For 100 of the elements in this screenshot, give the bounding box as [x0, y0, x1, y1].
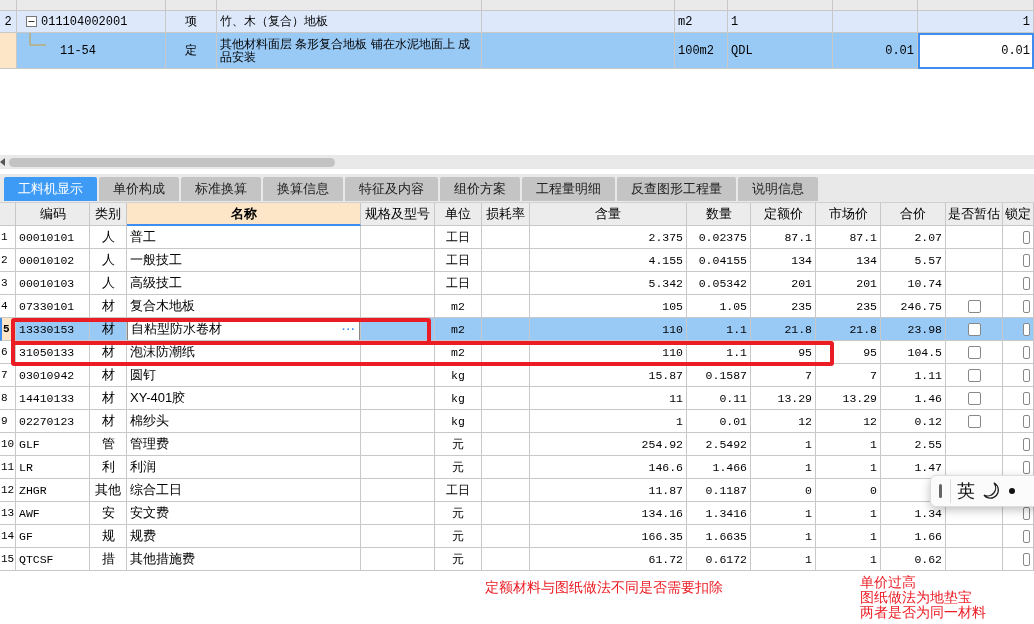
table-row[interactable]: 3 00010103 人 高级技工 工日 5.342 0.05342 201 201 10.74	[0, 272, 1034, 295]
name-cell: 竹、木（复合）地板	[220, 15, 328, 28]
row-number: 14	[1, 530, 15, 542]
table-row[interactable]: 7 03010942 材 圆钉 kg 15.87 0.1587 7 7 1.11	[0, 364, 1034, 387]
content-cell: 11.87	[648, 483, 683, 497]
name-cell: 综合工日	[130, 481, 182, 499]
tab[interactable]: 说明信息	[738, 177, 818, 201]
checkbox[interactable]	[967, 345, 981, 359]
tab[interactable]: 换算信息	[263, 177, 343, 201]
total-cell: 5.57	[914, 253, 942, 267]
unit-cell: 元	[452, 528, 464, 544]
checkbox[interactable]	[1023, 253, 1030, 267]
column-header[interactable]: 名称	[230, 204, 257, 223]
table-row[interactable]: 1 00010101 人 普工 工日 2.375 0.02375 87.1 87.1 2.07	[0, 226, 1034, 249]
checkbox[interactable]	[967, 368, 981, 382]
quota-price-cell: 1	[805, 552, 812, 566]
grid-row[interactable]: 2 011104002001 项 竹、木（复合）地板 m2 1 1	[0, 11, 1034, 33]
table-row[interactable]: 8 14410133 材 XY-401胶 kg 11 0.11 13.29 13.29 1.46	[0, 387, 1034, 410]
checkbox[interactable]	[1023, 552, 1030, 566]
amount-cell: 0.04155	[698, 253, 747, 267]
code-cell: 13330153	[19, 322, 75, 336]
checkbox[interactable]	[967, 414, 981, 428]
input-mode-button[interactable]: 英	[950, 479, 975, 503]
tab[interactable]: 标准换算	[181, 177, 261, 201]
row-number: 11	[1, 461, 15, 473]
quota-price-cell: 7	[805, 368, 812, 382]
checkbox[interactable]	[1023, 529, 1030, 543]
checkbox[interactable]	[1023, 414, 1030, 428]
table-row[interactable]: 10 GLF 管 管理费 元 254.92 2.5492 1 1 2.55	[0, 433, 1034, 456]
name-cell: 圆钉	[130, 366, 156, 384]
drag-handle-icon	[939, 484, 942, 498]
row-number: 6	[1, 346, 8, 358]
content-cell: 5.342	[648, 276, 683, 290]
row-number: 13	[1, 507, 15, 519]
checkbox[interactable]	[1023, 230, 1030, 244]
name-cell: 安文费	[130, 504, 169, 522]
name-cell-text: 其他材料面层 条形复合地板 铺在水泥地面上 成品安装	[220, 37, 471, 64]
content-cell: 105	[662, 299, 683, 313]
total-cell: 0.62	[914, 552, 942, 566]
amount-cell: 1.6635	[705, 529, 747, 543]
table-row[interactable]: 5 13330153 材 自粘型防水卷材 ··· m2 110 1.1 21.8 21.8 23.98	[0, 318, 1034, 341]
total-cell: 23.98	[907, 322, 942, 336]
quota-price-cell: 87.1	[784, 230, 812, 244]
checkbox[interactable]	[1023, 460, 1030, 474]
quota-price-cell: 1	[805, 506, 812, 520]
amount-cell: 0.1187	[705, 483, 747, 497]
quota-price-cell: 1	[805, 529, 812, 543]
checkbox[interactable]	[1023, 437, 1030, 451]
content-cell: 61.72	[648, 552, 683, 566]
total-cell: 1.46	[914, 391, 942, 405]
tab[interactable]: 特征及内容	[345, 177, 438, 201]
annotation-text: 单价过高	[860, 575, 916, 590]
tab[interactable]: 单价构成	[99, 177, 179, 201]
category-cell: 管	[101, 435, 115, 453]
dot-icon	[1009, 488, 1015, 494]
content-cell: 2.375	[648, 230, 683, 244]
unit-cell: 元	[452, 436, 464, 452]
code-cell: 07330101	[19, 299, 75, 313]
total-cell: 104.5	[907, 345, 942, 359]
table-row[interactable]: 2 00010102 人 一般技工 工日 4.155 0.04155 134 134 5.57	[0, 249, 1034, 272]
checkbox[interactable]	[967, 391, 981, 405]
checkbox[interactable]	[1023, 391, 1030, 405]
checkbox[interactable]	[967, 299, 981, 313]
expression-cell: QDL	[731, 43, 753, 58]
market-price-cell: 12	[863, 414, 877, 428]
checkbox[interactable]	[1023, 299, 1030, 313]
grid-row[interactable]: 11-54 定 其他材料面层 条形复合地板 铺在水泥地面上 成品安装 100m2 QDL 0.01 0.01	[0, 33, 1034, 69]
content-cell: 0.01	[885, 43, 914, 58]
market-price-cell: 1	[870, 506, 877, 520]
market-price-cell: 235	[856, 299, 877, 313]
tab[interactable]: 反查图形工程量	[617, 177, 736, 201]
name-cell: 利润	[130, 458, 156, 476]
name-cell: 泡沫防潮纸	[130, 343, 195, 361]
checkbox[interactable]	[1023, 322, 1030, 336]
category-cell: 材	[101, 389, 115, 407]
row-number: 5	[3, 323, 10, 335]
unit-cell: 工日	[446, 482, 470, 498]
name-cell: 普工	[130, 228, 156, 246]
table-row[interactable]: 9 02270123 材 棉纱头 kg 1 0.01 12 12 0.12	[0, 410, 1034, 433]
checkbox[interactable]	[967, 322, 981, 336]
total-cell: 246.75	[900, 299, 942, 313]
tab[interactable]: 组价方案	[440, 177, 520, 201]
checkbox[interactable]	[1023, 276, 1030, 290]
tab[interactable]: 工程量明细	[522, 177, 615, 201]
scrollbar-thumb[interactable]	[9, 157, 335, 167]
code-cell: 00010103	[19, 276, 75, 290]
checkbox[interactable]	[1023, 345, 1030, 359]
content-cell: 146.6	[648, 460, 683, 474]
content-cell: 110	[662, 345, 683, 359]
unit-cell: m2	[451, 345, 465, 359]
code-cell: QTCSF	[19, 552, 54, 566]
collapse-icon[interactable]	[26, 16, 37, 27]
column-header[interactable]: 含量	[595, 205, 621, 223]
table-row[interactable]: 6 31050133 材 泡沫防潮纸 m2 110 1.1 95 95 104.5	[0, 341, 1034, 364]
moon-icon	[983, 482, 1001, 500]
quantity-field[interactable]: 0.01	[1001, 43, 1030, 58]
table-row[interactable]: 15 QTCSF 措 其他措施费 元 61.72 0.6172 1 1 0.62	[0, 548, 1034, 571]
checkbox[interactable]	[1023, 368, 1030, 382]
amount-cell: 1.1	[726, 322, 747, 336]
table-row[interactable]: 14 GF 规 规费 元 166.35 1.6635 1 1 1.66	[0, 525, 1034, 548]
